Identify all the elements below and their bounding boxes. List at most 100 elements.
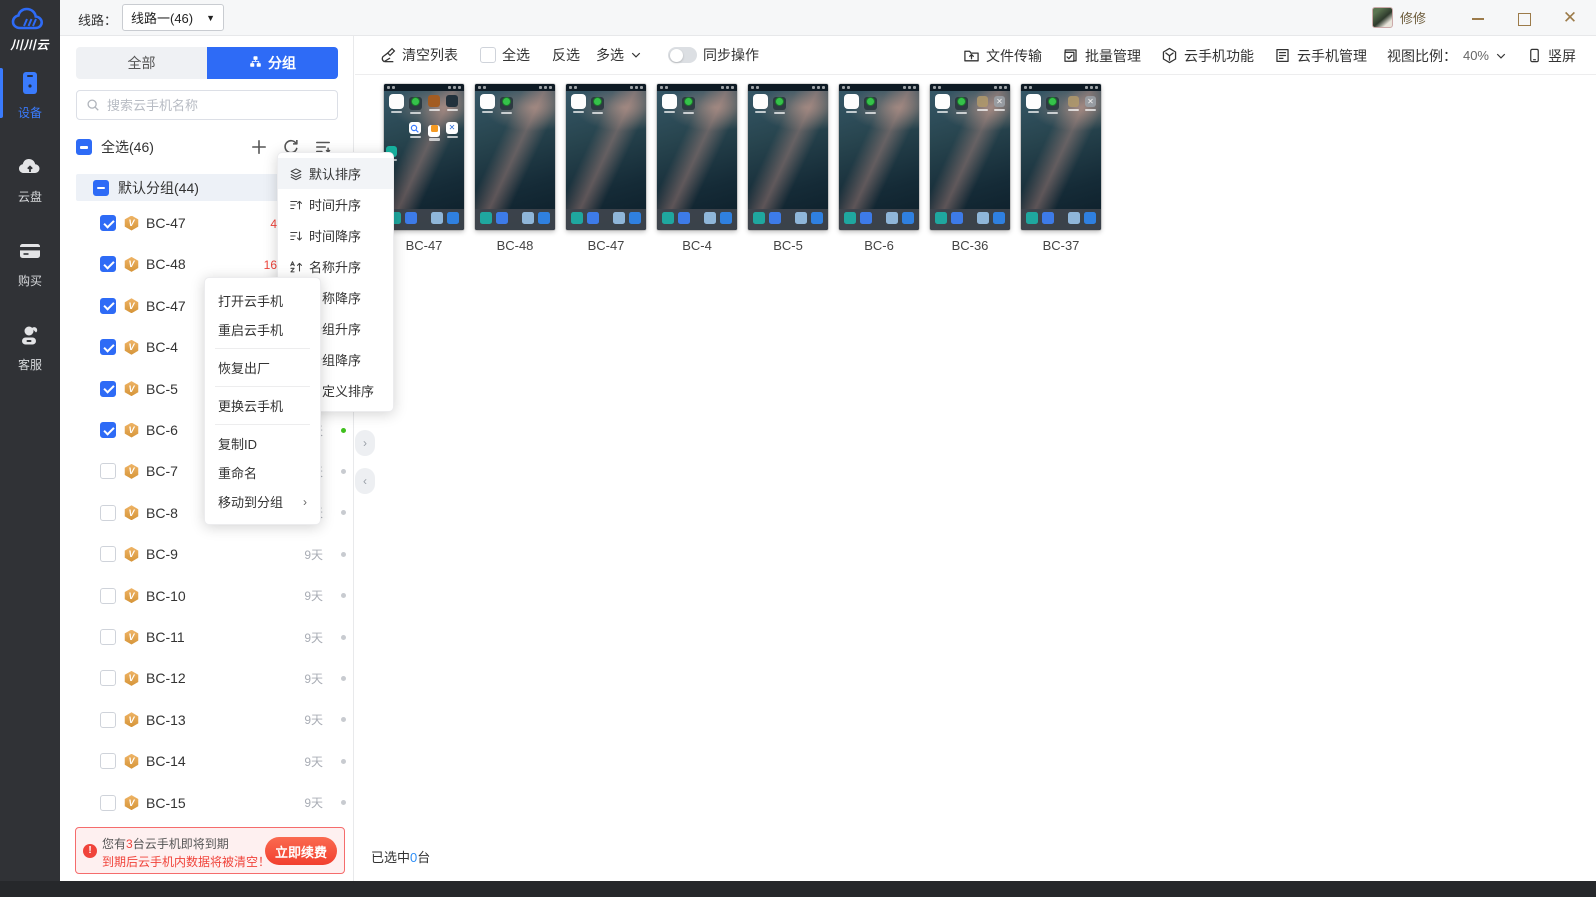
phone-thumbnail[interactable]: BC-4 xyxy=(657,84,737,253)
zoom-ratio[interactable]: 视图比例： 40% xyxy=(1387,46,1507,66)
nav-item-cloud-disk[interactable]: 云盘 xyxy=(0,148,60,206)
phone-screen[interactable] xyxy=(657,84,737,230)
search-input[interactable] xyxy=(107,97,328,113)
nav-item-support[interactable]: 客服 xyxy=(0,316,60,374)
timeasc-icon xyxy=(290,200,303,209)
device-row[interactable]: V BC-10 9天 xyxy=(76,583,354,609)
phone-screen[interactable] xyxy=(839,84,919,230)
context-option[interactable]: 更换云手机 xyxy=(205,391,320,420)
select-all-main[interactable]: 全选 xyxy=(480,45,530,65)
device-checkbox[interactable] xyxy=(100,711,116,728)
add-group-icon[interactable] xyxy=(250,138,268,156)
device-row[interactable]: V BC-15 9天 xyxy=(76,790,354,816)
device-row[interactable]: V BC-12 9天 xyxy=(76,665,354,691)
phone-screen[interactable]: ✕ xyxy=(930,84,1010,230)
device-status-dot xyxy=(341,468,346,474)
device-checkbox[interactable] xyxy=(100,422,116,438)
file-transfer-button[interactable]: 文件传输 xyxy=(963,46,1042,66)
sort-option[interactable]: 时间降序 xyxy=(278,220,393,251)
collapse-panel-handle[interactable]: ‹ xyxy=(355,468,375,494)
device-row[interactable]: V BC-13 9天 xyxy=(76,707,354,733)
phone-thumbnail[interactable]: BC-6 xyxy=(839,84,919,253)
phone-thumbnail[interactable]: ✕ BC-47 xyxy=(384,84,464,253)
device-days-remaining: 9天 xyxy=(304,796,323,811)
device-checkbox[interactable] xyxy=(100,339,116,356)
device-checkbox[interactable] xyxy=(100,463,116,480)
invert-selection-button[interactable]: 反选 xyxy=(552,45,580,65)
device-row[interactable]: V BC-9 9天 xyxy=(76,541,354,567)
context-option[interactable]: 移动到分组 › xyxy=(205,487,320,516)
device-checkbox[interactable] xyxy=(100,297,116,314)
context-option[interactable]: 恢复出厂 xyxy=(205,353,320,382)
context-option-label: 更换云手机 xyxy=(218,399,284,414)
phone-status-bar xyxy=(475,84,555,91)
device-checkbox[interactable] xyxy=(100,504,116,521)
multi-select-dropdown[interactable]: 多选 xyxy=(596,45,642,65)
close-button[interactable]: ✕ xyxy=(1562,9,1578,26)
device-checkbox[interactable] xyxy=(100,546,116,563)
line-select-value: 线路一(46) xyxy=(131,11,194,26)
phone-thumbnail[interactable]: BC-48 xyxy=(475,84,555,253)
search-box[interactable] xyxy=(76,90,338,120)
context-option[interactable]: 复制ID xyxy=(205,429,320,458)
phone-thumbnail[interactable]: BC-5 xyxy=(748,84,828,253)
phone-screen[interactable]: ✕ xyxy=(384,84,464,230)
device-checkbox[interactable] xyxy=(100,587,116,604)
menu-divider xyxy=(215,424,310,425)
phone-manage-button[interactable]: 云手机管理 xyxy=(1274,46,1367,66)
line-select-dropdown[interactable]: 线路一(46) ▼ xyxy=(122,4,224,31)
device-checkbox[interactable] xyxy=(100,215,116,231)
portrait-mode-button[interactable]: 竖屏 xyxy=(1527,46,1576,66)
phone-screen[interactable] xyxy=(748,84,828,230)
folder-app-icon xyxy=(480,94,495,113)
window-bottom-edge xyxy=(0,881,1596,897)
phone-thumbnail[interactable]: BC-47 xyxy=(566,84,646,253)
phone-thumbnail[interactable]: ✕ BC-36 xyxy=(930,84,1010,253)
user-box[interactable]: 修修 xyxy=(1371,7,1426,28)
renew-now-button[interactable]: 立即续费 xyxy=(265,837,337,865)
maximize-button[interactable] xyxy=(1516,10,1532,26)
phone-screen[interactable] xyxy=(475,84,555,230)
sort-option-label: 时间升序 xyxy=(309,198,362,213)
group-checkbox[interactable] xyxy=(93,179,109,196)
main-toolbar: 清空列表 全选 反选 多选 同步操作 文件传输 批量管理 云手机功能 云手机管理 xyxy=(355,36,1596,75)
phone-functions-button[interactable]: 云手机功能 xyxy=(1161,46,1254,66)
dock-files-icon xyxy=(769,212,781,224)
nav-item-purchase[interactable]: 购买 xyxy=(0,232,60,290)
phone-screen[interactable] xyxy=(566,84,646,230)
avatar[interactable] xyxy=(1371,7,1393,28)
nameasc-icon xyxy=(290,260,303,272)
device-checkbox[interactable] xyxy=(100,380,116,397)
device-checkbox[interactable] xyxy=(100,753,116,770)
batch-manage-button[interactable]: 批量管理 xyxy=(1062,46,1141,66)
context-option[interactable]: 重命名 xyxy=(205,458,320,487)
dock-gallery-icon xyxy=(522,212,534,224)
nav-item-devices[interactable]: 设备 xyxy=(0,64,60,122)
sort-option[interactable]: 时间升序 xyxy=(278,189,393,220)
phone-name: BC-6 xyxy=(864,238,894,253)
sync-toggle[interactable] xyxy=(668,47,697,63)
select-all-main-checkbox[interactable] xyxy=(480,47,496,63)
tab-all[interactable]: 全部 xyxy=(76,47,207,79)
sort-option[interactable]: 默认排序 xyxy=(278,158,393,189)
device-checkbox[interactable] xyxy=(100,670,116,687)
tab-group[interactable]: 分组 xyxy=(207,47,338,79)
clear-list-button[interactable]: 清空列表 xyxy=(379,45,458,65)
device-checkbox[interactable] xyxy=(100,256,116,273)
minimize-button[interactable] xyxy=(1470,10,1486,26)
select-all-checkbox[interactable] xyxy=(76,139,92,155)
device-checkbox[interactable] xyxy=(100,629,116,645)
device-checkbox[interactable] xyxy=(100,794,116,811)
dock-app-icon xyxy=(447,212,459,224)
phone-thumbnail[interactable]: ✕ BC-37 xyxy=(1021,84,1101,253)
context-option[interactable]: 重启云手机 xyxy=(205,315,320,344)
expand-panel-handle[interactable]: › xyxy=(355,430,375,456)
device-row[interactable]: V BC-14 9天 xyxy=(76,748,354,774)
device-status-dot xyxy=(341,510,346,516)
context-option[interactable]: 打开云手机 xyxy=(205,286,320,315)
phone-screen[interactable]: ✕ xyxy=(1021,84,1101,230)
caret-down-icon: ▼ xyxy=(206,12,215,23)
sort-option-label: 时间降序 xyxy=(309,229,362,244)
device-row[interactable]: V BC-11 9天 xyxy=(76,624,354,650)
dock-files-icon xyxy=(496,212,508,224)
